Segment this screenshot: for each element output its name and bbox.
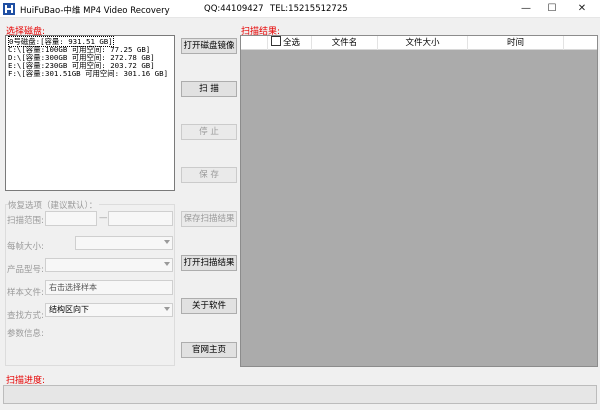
- checkbox-icon[interactable]: [271, 36, 281, 46]
- minimize-button[interactable]: —: [514, 0, 538, 18]
- search-mode-select[interactable]: 结构区向下: [45, 303, 173, 317]
- app-logo-icon: [3, 3, 15, 15]
- scan-button[interactable]: 扫 描: [181, 81, 237, 97]
- qq-contact: QQ:44109427: [204, 4, 264, 14]
- scan-results-list[interactable]: [240, 35, 598, 367]
- chevron-down-icon: [164, 240, 170, 244]
- results-header: 全选 文件名 文件大小 时间: [241, 36, 597, 50]
- stop-button[interactable]: 停 止: [181, 124, 237, 140]
- sample-file-label: 样本文件:: [7, 288, 44, 298]
- maximize-button[interactable]: ☐: [540, 0, 564, 18]
- open-disk-image-button[interactable]: 打开磁盘镜像: [181, 38, 237, 54]
- scan-progress-bar: [3, 385, 597, 404]
- column-header-time[interactable]: 时间: [468, 36, 564, 50]
- chevron-down-icon: [164, 262, 170, 266]
- close-button[interactable]: ✕: [570, 0, 594, 18]
- save-scan-results-button[interactable]: 保存扫描结果: [181, 211, 237, 227]
- frame-size-select[interactable]: [75, 236, 173, 250]
- window-title: HuiFuBao-中维 MP4 Video Recovery: [20, 6, 170, 16]
- disk-item-f[interactable]: F:\[容量:301.51GB 可用空间: 301.16 GB]: [8, 70, 168, 78]
- scan-range-end-input[interactable]: [108, 211, 173, 226]
- scan-range-separator: —: [99, 213, 108, 223]
- scan-range-label: 扫描范围:: [7, 216, 44, 226]
- column-header-filesize[interactable]: 文件大小: [378, 36, 468, 50]
- recovery-options-title: 恢复选项（建议默认）：: [8, 199, 100, 211]
- sample-file-input[interactable]: 右击选择样本: [45, 280, 173, 295]
- frame-size-label: 每帧大小:: [7, 242, 44, 252]
- homepage-button[interactable]: 官网主页: [181, 342, 237, 358]
- tel-contact: TEL:15215512725: [270, 4, 348, 14]
- chevron-down-icon: [164, 307, 170, 311]
- search-mode-label: 查找方式:: [7, 311, 44, 321]
- product-model-label: 产品型号:: [7, 265, 44, 275]
- about-button[interactable]: 关于软件: [181, 298, 237, 314]
- params-info-label: 参数信息:: [7, 329, 44, 339]
- save-button[interactable]: 保 存: [181, 167, 237, 183]
- disk-list[interactable]: 0号磁盘:[容量: 931.51 GB] C:\[容量:100GB 可用空间: …: [5, 35, 175, 191]
- product-model-select[interactable]: [45, 258, 173, 272]
- select-all-checkbox[interactable]: 全选: [268, 36, 312, 50]
- scan-range-start-input[interactable]: [45, 211, 97, 226]
- open-scan-results-button[interactable]: 打开扫描结果: [181, 255, 237, 271]
- column-header-filename[interactable]: 文件名: [312, 36, 378, 50]
- header-gutter: [241, 36, 268, 50]
